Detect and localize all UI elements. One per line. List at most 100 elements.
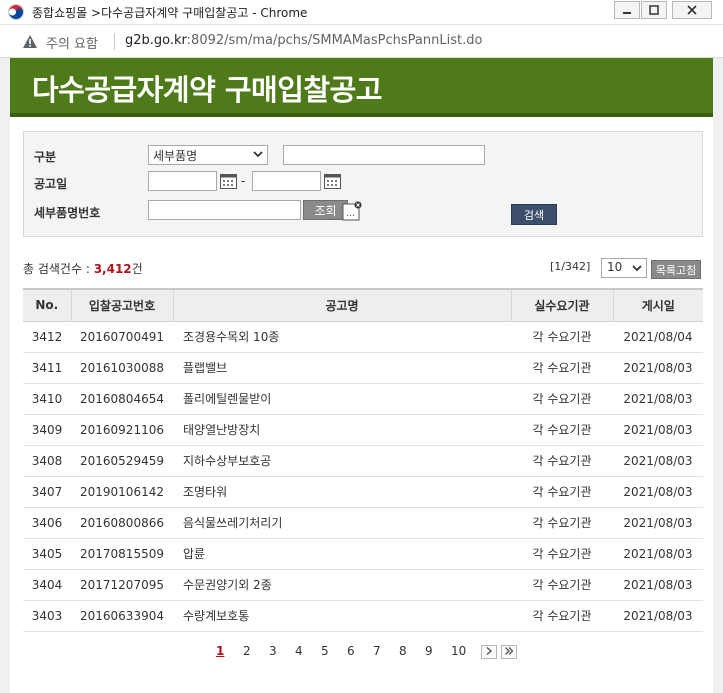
row-title-link[interactable]: 조경용수목외 10종	[173, 321, 511, 353]
maximize-icon	[649, 5, 659, 15]
row-date: 2021/08/03	[613, 383, 703, 415]
page-link-2[interactable]: 2	[243, 644, 251, 658]
page-link-10[interactable]: 10	[451, 644, 466, 658]
total-count-suffix: 건	[131, 262, 143, 276]
col-header-title: 공고명	[172, 288, 511, 322]
row-title-link[interactable]: 수문권양기외 2종	[173, 569, 511, 601]
row-no: 3412	[23, 321, 71, 353]
row-bid-number[interactable]: 20160633904	[71, 600, 173, 632]
row-date: 2021/08/03	[613, 476, 703, 508]
calendar-icon[interactable]	[324, 173, 341, 189]
refresh-list-button[interactable]: 목록고침	[651, 260, 701, 279]
pagination: 1 2 3 4 5 6 7 8 9 10	[10, 644, 713, 664]
category-keyword-input[interactable]	[283, 145, 485, 165]
table-row[interactable]: 3405 20170815509 압륜 각 수요기관 2021/08/03	[23, 538, 703, 570]
row-title-link[interactable]: 태양열난방장치	[173, 414, 511, 446]
row-date: 2021/08/03	[613, 414, 703, 446]
table-row[interactable]: 3407 20190106142 조명타워 각 수요기관 2021/08/03	[23, 476, 703, 508]
table-row[interactable]: 3411 20161030088 플랩밸브 각 수요기관 2021/08/03	[23, 352, 703, 384]
row-date: 2021/08/03	[613, 569, 703, 601]
calendar-icon[interactable]	[220, 173, 237, 189]
close-window-button[interactable]	[672, 1, 712, 19]
address-bar[interactable]: 주의 요함 g2b.go.kr:8092/sm/ma/pchs/SMMAMasP…	[0, 25, 723, 58]
page-link-4[interactable]: 4	[295, 644, 303, 658]
table-row[interactable]: 3408 20160529459 지하수상부보호공 각 수요기관 2021/08…	[23, 445, 703, 477]
chevron-right-icon	[486, 646, 493, 656]
table-row[interactable]: 3404 20171207095 수문권양기외 2종 각 수요기관 2021/0…	[23, 569, 703, 601]
warning-icon[interactable]	[22, 34, 38, 49]
minimize-icon	[623, 12, 631, 14]
svg-text:…: …	[346, 209, 355, 219]
security-warning-text[interactable]: 주의 요함	[46, 33, 98, 52]
row-no: 3407	[23, 476, 71, 508]
row-title-link[interactable]: 플랩밸브	[173, 352, 511, 384]
next-page-button[interactable]	[481, 645, 497, 659]
row-bid-number[interactable]: 20160921106	[71, 414, 173, 446]
page-link-7[interactable]: 7	[373, 644, 381, 658]
page-title: 다수공급자계약 구매입찰공고	[32, 73, 382, 107]
per-page-select[interactable]: 10	[601, 258, 647, 278]
row-no: 3410	[23, 383, 71, 415]
date-from-input[interactable]	[148, 171, 217, 191]
page-header: 다수공급자계약 구매입찰공고	[10, 58, 713, 117]
page-link-1[interactable]: 1	[216, 644, 224, 658]
maximize-button[interactable]	[641, 1, 667, 19]
row-title-link[interactable]: 조명타워	[173, 476, 511, 508]
row-date: 2021/08/03	[613, 352, 703, 384]
row-date: 2021/08/03	[613, 445, 703, 477]
table-row[interactable]: 3409 20160921106 태양열난방장치 각 수요기관 2021/08/…	[23, 414, 703, 446]
table-row[interactable]: 3406 20160800866 음식물쓰레기처리기 각 수요기관 2021/0…	[23, 507, 703, 539]
page-link-3[interactable]: 3	[269, 644, 277, 658]
last-page-button[interactable]	[501, 645, 517, 659]
window-title: 종합쇼핑몰 >다수공급자계약 구매입찰공고 - Chrome	[32, 6, 308, 20]
minimize-button[interactable]	[614, 1, 640, 19]
row-date: 2021/08/03	[613, 538, 703, 570]
row-no: 3406	[23, 507, 71, 539]
date-to-input[interactable]	[252, 171, 321, 191]
row-title-link[interactable]: 폴리에틸렌물받이	[173, 383, 511, 415]
table-row[interactable]: 3410 20160804654 폴리에틸렌물받이 각 수요기관 2021/08…	[23, 383, 703, 415]
page-link-9[interactable]: 9	[425, 644, 433, 658]
row-agency: 각 수요기관	[511, 538, 613, 570]
total-count: 총 검색건수 : 3,412건	[23, 260, 143, 277]
left-frame	[0, 58, 10, 693]
col-header-agency: 실수요기관	[510, 288, 613, 322]
table-header-row: No. 입찰공고번호 공고명 실수요기관 게시일	[23, 288, 703, 322]
memo-clear-icon[interactable]: …	[342, 201, 364, 221]
table-row[interactable]: 3412 20160700491 조경용수목외 10종 각 수요기관 2021/…	[23, 321, 703, 353]
total-count-value: 3,412	[93, 262, 132, 276]
total-count-prefix: 총 검색건수 :	[23, 262, 94, 276]
row-bid-number[interactable]: 20160804654	[71, 383, 173, 415]
search-button[interactable]: 검색	[511, 204, 557, 225]
row-title-link[interactable]: 음식물쓰레기처리기	[173, 507, 511, 539]
row-no: 3404	[23, 569, 71, 601]
row-bid-number[interactable]: 20170815509	[71, 538, 173, 570]
row-date: 2021/08/04	[613, 321, 703, 353]
row-bid-number[interactable]: 20190106142	[71, 476, 173, 508]
url-host: g2b.go.kr	[125, 33, 187, 48]
page-link-8[interactable]: 8	[399, 644, 407, 658]
item-number-input[interactable]	[148, 200, 301, 220]
row-bid-number[interactable]: 20160529459	[71, 445, 173, 477]
close-icon	[687, 5, 697, 15]
row-title-link[interactable]: 지하수상부보호공	[173, 445, 511, 477]
page-link-5[interactable]: 5	[321, 644, 329, 658]
page-content: 다수공급자계약 구매입찰공고 구분 세부품명 공고일 - 세부품명번호 조회 ……	[10, 58, 713, 693]
row-bid-number[interactable]: 20171207095	[71, 569, 173, 601]
row-bid-number[interactable]: 20161030088	[71, 352, 173, 384]
korea-emblem-icon	[8, 4, 24, 20]
chevron-down-icon	[253, 151, 263, 158]
row-no: 3411	[23, 352, 71, 384]
page-link-6[interactable]: 6	[347, 644, 355, 658]
row-title-link[interactable]: 압륜	[173, 538, 511, 570]
bid-notice-table: No. 입찰공고번호 공고명 실수요기관 게시일 3412 2016070049…	[23, 288, 703, 632]
url-text[interactable]: g2b.go.kr:8092/sm/ma/pchs/SMMAMasPchsPan…	[125, 33, 482, 48]
category-select[interactable]: 세부품명	[148, 145, 268, 165]
table-row[interactable]: 3403 20160633904 수량계보호통 각 수요기관 2021/08/0…	[23, 600, 703, 632]
row-bid-number[interactable]: 20160800866	[71, 507, 173, 539]
date-separator: -	[241, 174, 246, 188]
url-path: :8092/sm/ma/pchs/SMMAMasPchsPannList.do	[186, 33, 483, 48]
row-bid-number[interactable]: 20160700491	[71, 321, 173, 353]
row-agency: 각 수요기관	[511, 476, 613, 508]
row-title-link[interactable]: 수량계보호통	[173, 600, 511, 632]
